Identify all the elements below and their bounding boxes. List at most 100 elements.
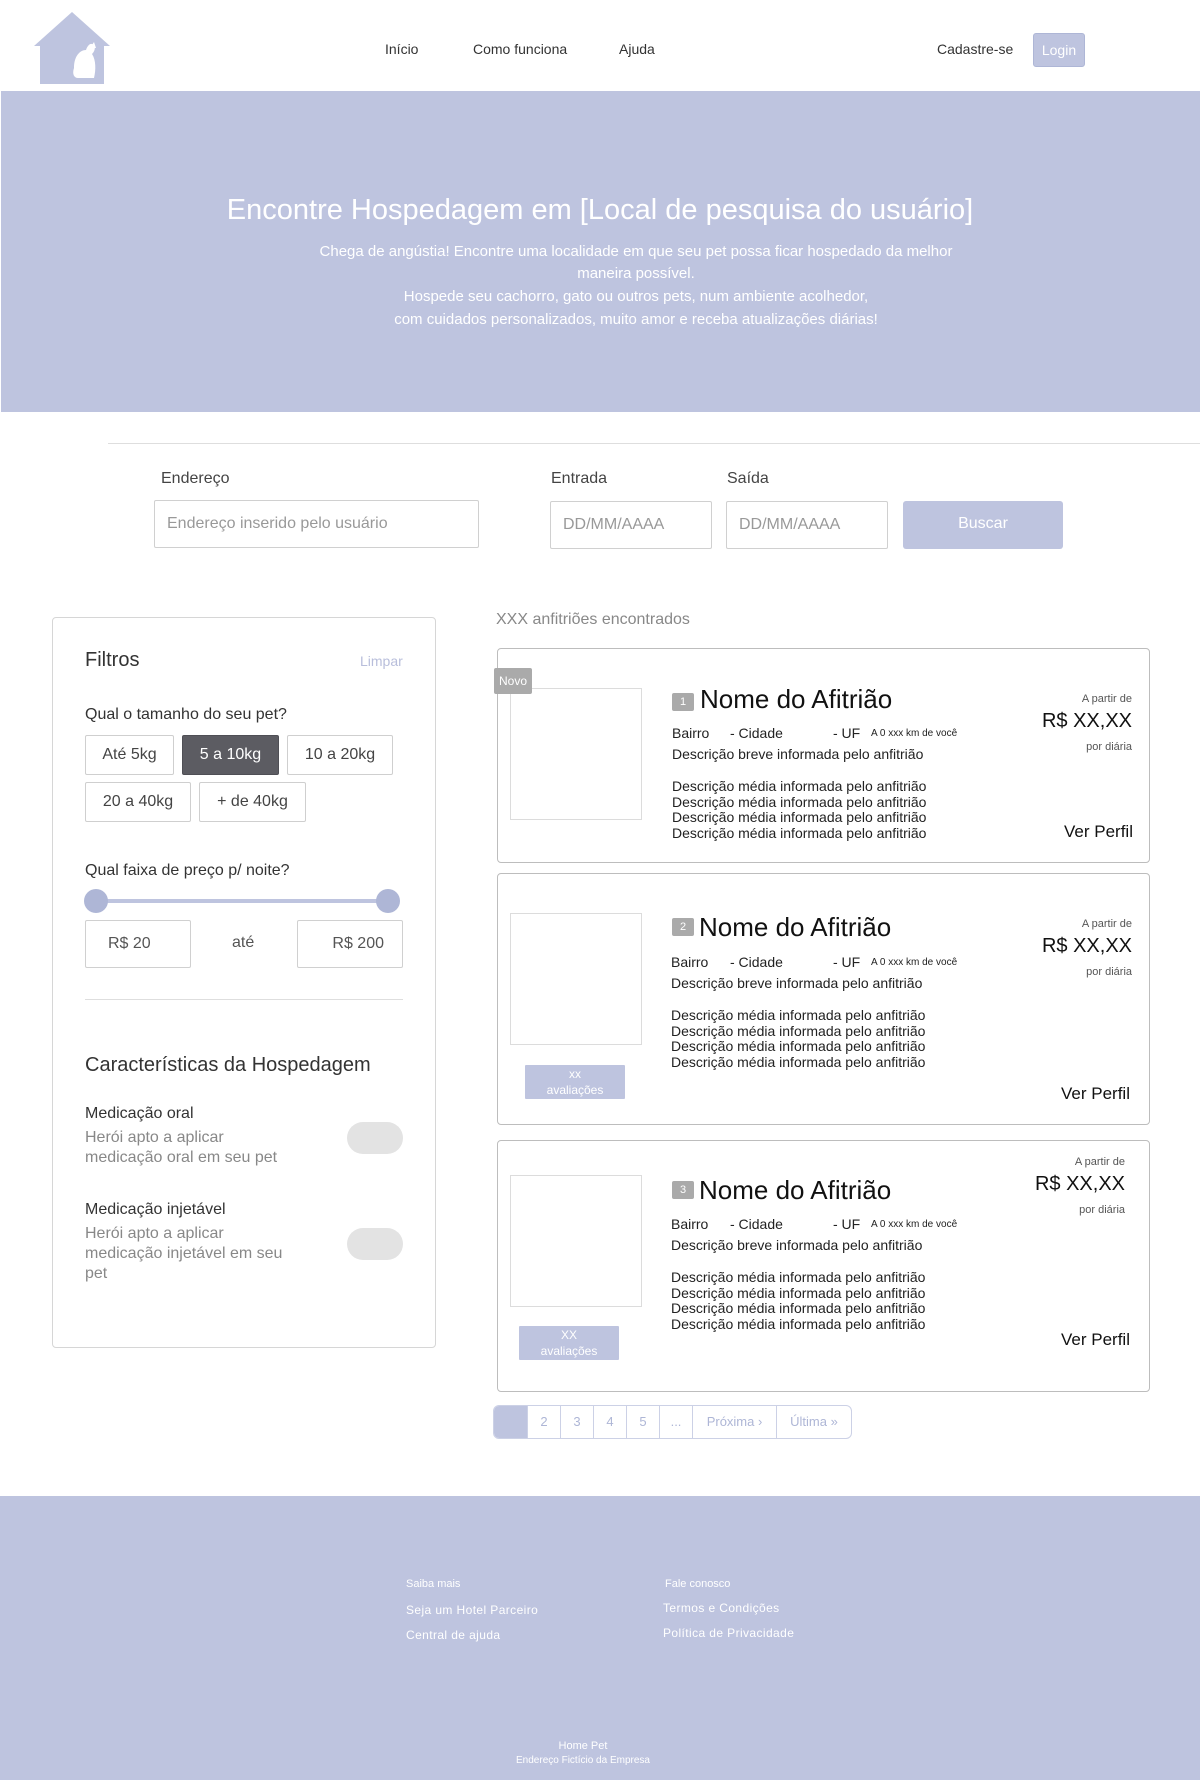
host-uf: - UF bbox=[833, 954, 861, 970]
per-night-label: por diária bbox=[1079, 1204, 1125, 1216]
new-badge: Novo bbox=[494, 668, 532, 694]
reviews-badge[interactable]: XX avaliações bbox=[519, 1326, 619, 1360]
oral-medication-toggle[interactable] bbox=[347, 1122, 403, 1154]
host-bairro: Bairro bbox=[671, 954, 709, 970]
feature-injectable-medication-name: Medicação injetável bbox=[85, 1201, 226, 1218]
checkin-label: Entrada bbox=[551, 470, 608, 487]
injectable-medication-toggle[interactable] bbox=[347, 1228, 403, 1260]
page-ellipsis: ... bbox=[660, 1406, 693, 1438]
price-slider-max-handle[interactable] bbox=[376, 889, 400, 913]
page-5[interactable]: 5 bbox=[627, 1406, 660, 1438]
host-short-description: Descrição breve informada pelo anfitrião bbox=[671, 1237, 923, 1253]
filters-divider bbox=[85, 999, 403, 1000]
filters-title: Filtros bbox=[85, 649, 140, 671]
footer-link-privacy[interactable]: Política de Privacidade bbox=[663, 1626, 794, 1640]
pet-size-question: Qual o tamanho do seu pet? bbox=[85, 706, 287, 723]
rank-badge: 3 bbox=[672, 1181, 694, 1199]
feature-oral-medication-desc: medicação oral em seu pet bbox=[85, 1149, 278, 1166]
per-night-label: por diária bbox=[1086, 966, 1132, 978]
nav-inicio[interactable]: Início bbox=[385, 41, 418, 57]
view-profile-link[interactable]: Ver Perfil bbox=[1064, 822, 1133, 842]
signup-link[interactable]: Cadastre-se bbox=[937, 41, 1013, 57]
host-photo[interactable] bbox=[510, 1175, 642, 1307]
per-night-label: por diária bbox=[1086, 741, 1132, 753]
rank-badge: 1 bbox=[672, 693, 694, 711]
footer-link-terms[interactable]: Termos e Condições bbox=[663, 1601, 780, 1615]
footer-col1-title: Saiba mais bbox=[406, 1578, 461, 1590]
host-photo[interactable] bbox=[510, 688, 642, 820]
footer-company-name: Home Pet bbox=[558, 1740, 608, 1752]
footer-link-hotel-partner[interactable]: Seja um Hotel Parceiro bbox=[406, 1603, 538, 1617]
page-3[interactable]: 3 bbox=[561, 1406, 594, 1438]
size-chip-5-10kg[interactable]: 5 a 10kg bbox=[182, 735, 279, 775]
host-name[interactable]: Nome do Afitrião bbox=[699, 912, 891, 943]
price-min-input[interactable]: R$ 20 bbox=[85, 920, 191, 968]
footer-link-help-center[interactable]: Central de ajuda bbox=[406, 1628, 500, 1642]
host-short-description: Descrição breve informada pelo anfitrião bbox=[672, 746, 924, 762]
price-range-question: Qual faixa de preço p/ noite? bbox=[85, 862, 290, 879]
host-medium-description: Descrição média informada pelo anfitrião bbox=[671, 1054, 926, 1070]
login-button[interactable]: Login bbox=[1033, 33, 1085, 67]
nav-ajuda[interactable]: Ajuda bbox=[619, 41, 655, 57]
clear-filters-link[interactable]: Limpar bbox=[360, 653, 403, 669]
reviews-label: avaliações bbox=[546, 1083, 604, 1097]
view-profile-link[interactable]: Ver Perfil bbox=[1061, 1084, 1130, 1104]
address-label: Endereço bbox=[161, 470, 230, 487]
hero-text-line: Chega de angústia! Encontre uma localida… bbox=[319, 243, 953, 260]
checkout-date-input[interactable]: DD/MM/AAAA bbox=[726, 501, 888, 549]
host-medium-description: Descrição média informada pelo anfitrião bbox=[672, 809, 927, 825]
host-distance: A 0 xxx km de você bbox=[871, 957, 958, 968]
size-chip-20-40kg[interactable]: 20 a 40kg bbox=[85, 782, 191, 822]
host-medium-description: Descrição média informada pelo anfitrião bbox=[671, 1316, 926, 1332]
address-input[interactable]: Endereço inserido pelo usuário bbox=[154, 500, 479, 548]
host-bairro: Bairro bbox=[672, 725, 710, 741]
feature-injectable-medication-desc: pet bbox=[85, 1265, 108, 1282]
host-distance: A 0 xxx km de você bbox=[871, 728, 958, 739]
reviews-count: xx bbox=[569, 1067, 581, 1081]
price-slider-min-handle[interactable] bbox=[84, 889, 108, 913]
host-distance: A 0 xxx km de você bbox=[871, 1219, 958, 1230]
price-from-label: A partir de bbox=[1081, 918, 1132, 930]
host-cidade: - Cidade bbox=[730, 725, 783, 741]
view-profile-link[interactable]: Ver Perfil bbox=[1061, 1330, 1130, 1350]
price-max-input[interactable]: R$ 200 bbox=[297, 920, 403, 968]
size-chip-40kg-plus[interactable]: + de 40kg bbox=[199, 782, 306, 822]
reviews-count: XX bbox=[560, 1328, 577, 1342]
size-chip-ate-5kg[interactable]: Até 5kg bbox=[85, 735, 174, 775]
checkin-date-input[interactable]: DD/MM/AAAA bbox=[550, 501, 712, 549]
features-title: Características da Hospedagem bbox=[85, 1054, 371, 1076]
host-price: R$ XX,XX bbox=[1041, 710, 1132, 732]
last-page-button[interactable]: Última » bbox=[777, 1406, 851, 1438]
feature-oral-medication-name: Medicação oral bbox=[85, 1105, 194, 1122]
footer-col2-title: Fale conosco bbox=[665, 1578, 731, 1590]
house-dog-logo-icon[interactable] bbox=[34, 12, 110, 84]
reviews-label: avaliações bbox=[540, 1344, 598, 1358]
page-4[interactable]: 4 bbox=[594, 1406, 627, 1438]
reviews-badge[interactable]: xx avaliações bbox=[525, 1065, 625, 1099]
host-uf: - UF bbox=[833, 725, 861, 741]
nav-como-funciona[interactable]: Como funciona bbox=[473, 41, 567, 57]
host-uf: - UF bbox=[833, 1216, 861, 1232]
price-from-label: A partir de bbox=[1074, 1156, 1125, 1168]
host-medium-description: Descrição média informada pelo anfitrião bbox=[671, 1038, 926, 1054]
rank-badge: 2 bbox=[672, 918, 694, 936]
next-page-button[interactable]: Próxima › bbox=[693, 1406, 777, 1438]
price-from-label: A partir de bbox=[1081, 693, 1132, 705]
host-name[interactable]: Nome do Afitrião bbox=[700, 684, 892, 715]
host-cidade: - Cidade bbox=[730, 954, 783, 970]
host-bairro: Bairro bbox=[671, 1216, 709, 1232]
host-medium-description: Descrição média informada pelo anfitrião bbox=[671, 1007, 926, 1023]
footer bbox=[0, 1496, 1200, 1780]
host-medium-description: Descrição média informada pelo anfitrião bbox=[671, 1300, 926, 1316]
page-2[interactable]: 2 bbox=[528, 1406, 561, 1438]
price-slider-track[interactable] bbox=[96, 899, 388, 903]
host-name[interactable]: Nome do Afitrião bbox=[699, 1175, 891, 1206]
checkout-label: Saída bbox=[727, 470, 769, 487]
search-button[interactable]: Buscar bbox=[903, 501, 1063, 549]
footer-company-address: Endereço Fictício da Empresa bbox=[516, 1755, 650, 1766]
size-chip-10-20kg[interactable]: 10 a 20kg bbox=[287, 735, 393, 775]
page-current[interactable] bbox=[494, 1406, 528, 1438]
host-photo[interactable] bbox=[510, 913, 642, 1045]
feature-injectable-medication-desc: medicação injetável em seu bbox=[85, 1245, 283, 1262]
hero-text-line: com cuidados personalizados, muito amor … bbox=[394, 311, 878, 328]
